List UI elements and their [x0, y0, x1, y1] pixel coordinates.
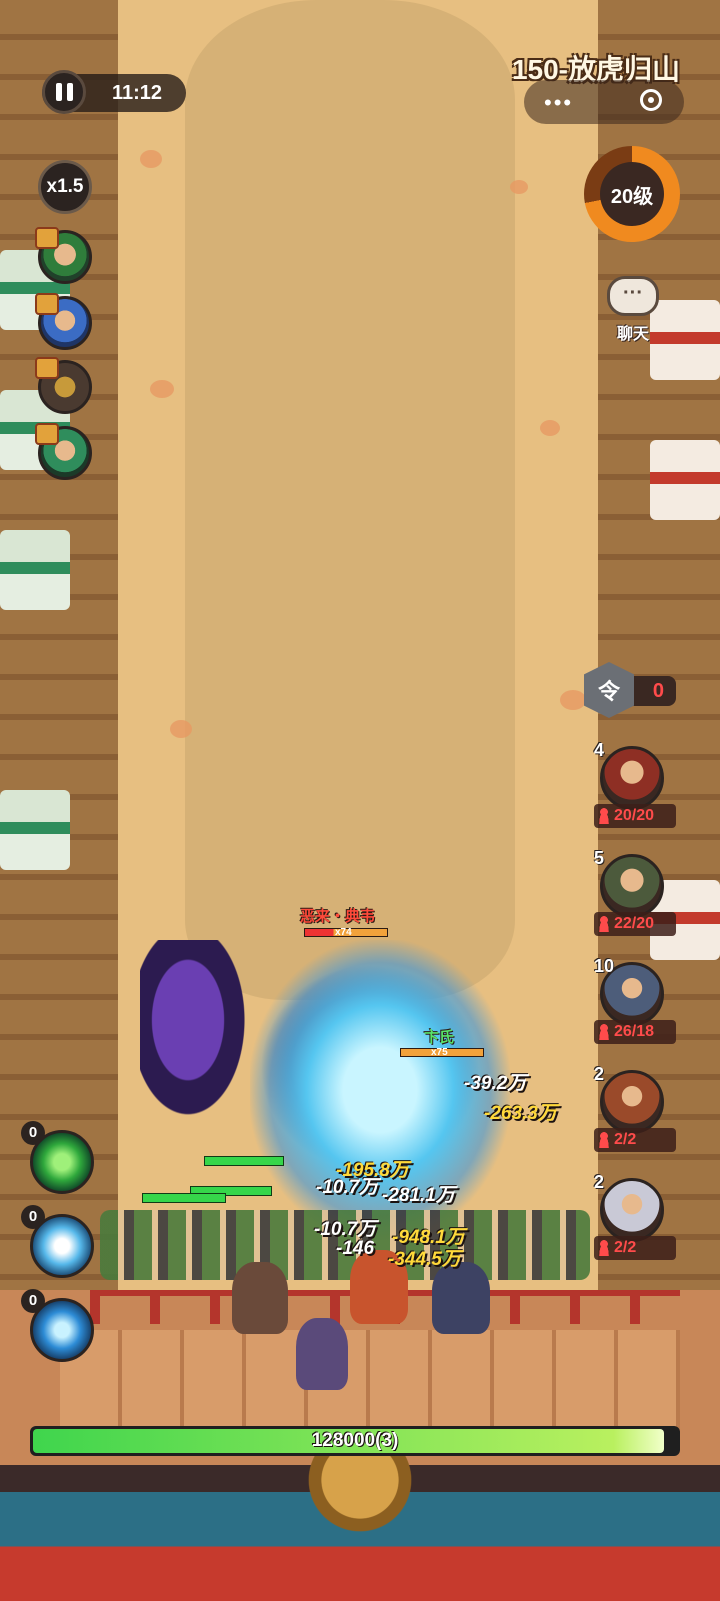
- enemy-name-bianshi: 卞氏: [424, 1026, 454, 1047]
- road-pebble: [560, 690, 586, 710]
- unit-level: 4: [594, 740, 605, 760]
- road-pebble: [140, 150, 162, 168]
- enemy-hp-bar: x75: [400, 1047, 484, 1058]
- enemy-hp-multiplier: x74: [335, 927, 352, 938]
- unit-troop-count: 2/2: [594, 1128, 676, 1152]
- treasure-badge-icon: [35, 227, 59, 249]
- unit-portrait: [600, 1070, 664, 1134]
- unit-card[interactable]: 4 20/20: [594, 740, 678, 832]
- road-pebble: [170, 720, 192, 738]
- enemy-hp-bar: x74: [304, 927, 388, 938]
- unit-count-text: 20/20: [614, 807, 655, 824]
- unit-count-text: 2/2: [614, 1239, 637, 1256]
- ally-hp-bar: [204, 1156, 284, 1166]
- skill-count: 0: [21, 1205, 45, 1229]
- unit-card[interactable]: 5 22/20: [594, 848, 678, 940]
- battle-timer: 11:12: [112, 82, 163, 104]
- damage-number: -281.1万: [382, 1185, 455, 1206]
- chat-bubble-icon: ···: [607, 276, 659, 316]
- road-pebble: [510, 180, 528, 194]
- hero-sprite: [432, 1262, 490, 1334]
- unit-portrait: [600, 746, 664, 810]
- treasure-badge-icon: [35, 357, 59, 379]
- skill-count: 0: [21, 1121, 45, 1145]
- unit-level: 2: [594, 1172, 605, 1192]
- unit-troop-count: 22/20: [594, 912, 676, 936]
- speed-toggle-button[interactable]: x1.5: [38, 160, 92, 214]
- damage-number: -263.3万: [484, 1103, 557, 1124]
- person-icon: [598, 808, 610, 824]
- command-token[interactable]: 0 令: [584, 662, 678, 720]
- player-level-text: 20级: [600, 162, 664, 226]
- unit-troop-count: 20/20: [594, 804, 676, 828]
- damage-number: -344.5万: [388, 1249, 461, 1270]
- person-icon: [598, 1240, 610, 1256]
- hero-avatar-button[interactable]: [35, 227, 92, 284]
- skill-count: 0: [21, 1289, 45, 1313]
- enemy-name-dianwei: 恶来・典韦: [300, 905, 375, 926]
- right-tent: [650, 440, 720, 520]
- unit-portrait: [600, 1178, 664, 1242]
- wave-progress-text: 128000(3): [311, 1430, 399, 1451]
- unit-portrait: [600, 854, 664, 918]
- locked-hero-slot[interactable]: [35, 357, 92, 414]
- person-icon: [598, 1024, 610, 1040]
- more-menu-icon[interactable]: •••: [544, 90, 573, 116]
- unit-level: 10: [594, 956, 615, 976]
- chat-label: 聊天: [616, 326, 649, 343]
- enemy-hp-multiplier: x75: [431, 1047, 448, 1058]
- skill-button-wave[interactable]: 0: [21, 1289, 94, 1362]
- hero-sprite: [232, 1262, 288, 1334]
- road-pebble: [150, 380, 174, 398]
- skill-button-ice[interactable]: 0: [21, 1205, 94, 1278]
- unit-count-text: 22/20: [614, 915, 655, 932]
- left-tent: [0, 790, 70, 870]
- pause-button[interactable]: [42, 70, 86, 114]
- damage-number: -146: [336, 1238, 375, 1259]
- left-tent: [0, 530, 70, 610]
- unit-count-text: 2/2: [614, 1131, 637, 1148]
- damage-number: -10.7万: [316, 1177, 379, 1198]
- unit-level: 5: [594, 848, 605, 868]
- hero-sprite: [296, 1318, 348, 1390]
- road-shadow: [185, 0, 515, 1000]
- treasure-badge-icon: [35, 423, 59, 445]
- enemy-name-text: 卞氏: [424, 1029, 455, 1046]
- person-icon: [598, 916, 610, 932]
- skill-button-leaf[interactable]: 0: [21, 1121, 94, 1194]
- mini-program-capsule: •••: [524, 80, 684, 124]
- damage-number: -10.7万: [314, 1219, 377, 1240]
- pause-icon: [66, 83, 73, 101]
- pause-icon: [55, 83, 62, 101]
- chat-button[interactable]: ··· 聊天: [600, 276, 666, 346]
- unit-troop-count: 2/2: [594, 1236, 676, 1260]
- unit-card[interactable]: 2 2/2: [594, 1064, 678, 1156]
- damage-number: -39.2万: [464, 1073, 527, 1094]
- ally-hp-bar: [142, 1193, 226, 1203]
- hero-avatar-button[interactable]: [35, 293, 92, 350]
- player-level-ring[interactable]: 20级: [584, 146, 680, 242]
- enemy-name-text: 恶来・典韦: [300, 908, 376, 925]
- unit-level: 2: [594, 1064, 605, 1084]
- treasure-badge-icon: [35, 293, 59, 315]
- unit-card[interactable]: 10 26/18: [594, 956, 678, 1048]
- unit-troop-count: 26/18: [594, 1020, 676, 1044]
- close-target-icon[interactable]: [640, 89, 662, 111]
- road-pebble: [540, 420, 560, 436]
- command-token-icon: 令: [584, 662, 634, 718]
- hero-avatar-button[interactable]: [35, 423, 92, 480]
- person-icon: [598, 1132, 610, 1148]
- wall-bricks: [60, 1330, 680, 1430]
- unit-count-text: 26/18: [614, 1023, 655, 1040]
- boss-axe: [140, 940, 260, 1140]
- unit-card[interactable]: 2 2/2: [594, 1172, 678, 1264]
- wave-progress-bar: 128000(3): [30, 1426, 680, 1456]
